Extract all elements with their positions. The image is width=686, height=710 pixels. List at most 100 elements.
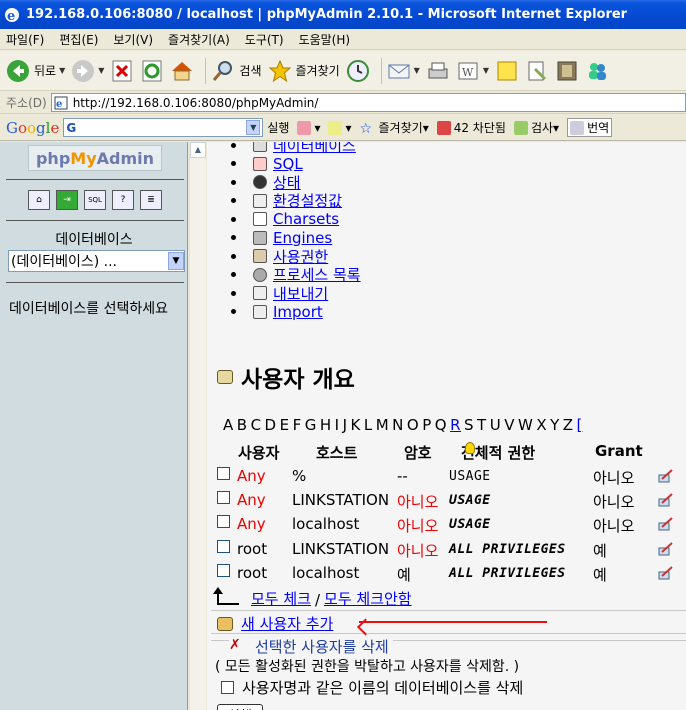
back-button[interactable]: 뒤로 ▼ <box>6 55 65 87</box>
link-sql[interactable]: SQL <box>273 155 303 173</box>
history-icon <box>346 59 369 82</box>
row-checkbox[interactable] <box>217 539 230 553</box>
edit-button[interactable]: W ▼ <box>456 55 489 87</box>
mail-dropdown-icon[interactable]: ▼ <box>414 66 420 75</box>
google-favorites-button[interactable]: ☆ 즐겨찾기 ▾ <box>360 119 429 137</box>
engines-icon <box>253 230 267 245</box>
chevron-down-icon[interactable]: ▼ <box>246 120 261 135</box>
table-row: root LINKSTATION 아니오 ALL PRIVILEGES 예 <box>217 537 686 561</box>
search-button[interactable]: 검색 <box>211 55 262 87</box>
translate-button[interactable]: 번역 <box>567 118 613 137</box>
menu-favorites[interactable]: 즐겨찾기(A) <box>168 31 230 48</box>
alphabet-letter: B <box>236 416 248 434</box>
uncheck-all-link[interactable]: 모두 체크안함 <box>324 588 412 609</box>
drop-databases-option[interactable]: 사용자명과 같은 이름의 데이터베이스를 삭제 <box>221 677 523 698</box>
messenger-button[interactable] <box>585 55 609 87</box>
col-user: 사용자 <box>238 444 280 462</box>
help-icon[interactable]: ? <box>112 190 134 210</box>
link-databases[interactable]: 데이터베이스 <box>273 142 356 156</box>
film-icon <box>557 61 577 80</box>
phpmyadmin-logo[interactable]: php My Admin <box>28 145 162 171</box>
google-bookmark-button[interactable]: ▾ <box>328 120 352 135</box>
link-variables[interactable]: 환경설정값 <box>273 190 342 211</box>
note-button[interactable] <box>495 55 519 87</box>
exit-icon[interactable]: ⇥ <box>56 190 78 210</box>
privileges-cell: ALL PRIVILEGES <box>449 565 566 581</box>
history-button[interactable] <box>346 55 370 87</box>
home-icon <box>172 61 193 80</box>
documentation-icon[interactable]: ≣ <box>140 190 162 210</box>
favorites-button[interactable]: 즐겨찾기 <box>268 55 340 87</box>
scroll-up-arrow-icon[interactable]: ▲ <box>190 142 206 158</box>
stop-icon <box>112 60 132 81</box>
alphabet-letter: Y <box>550 416 560 434</box>
sql-query-icon[interactable]: SQL <box>84 190 106 210</box>
home-button[interactable] <box>170 55 194 87</box>
divider <box>6 179 184 180</box>
refresh-button[interactable] <box>140 55 164 87</box>
edit-privileges-icon[interactable] <box>658 541 674 556</box>
google-logo[interactable]: Google <box>6 119 59 137</box>
print-button[interactable] <box>426 55 450 87</box>
menu-file[interactable]: 파일(F) <box>6 31 44 48</box>
menu-edit[interactable]: 편집(E) <box>59 31 98 48</box>
forward-button[interactable]: ▼ <box>71 55 104 87</box>
host-cell: % <box>292 467 307 485</box>
frame-scrollbar[interactable]: ▲ <box>189 142 206 710</box>
alphabet-letter: U <box>489 416 502 434</box>
menu-tools[interactable]: 도구(T) <box>245 31 284 48</box>
menu-view[interactable]: 보기(V) <box>113 31 153 48</box>
select-database-message: 데이터베이스를 선택하세요 <box>9 301 169 317</box>
forward-dropdown-icon[interactable]: ▼ <box>98 66 104 75</box>
chevron-down-icon[interactable]: ▼ <box>168 252 184 270</box>
svg-text:e: e <box>56 99 62 110</box>
media-button[interactable] <box>555 55 579 87</box>
privileges-cell: USAGE <box>449 493 491 509</box>
stop-button[interactable] <box>110 55 134 87</box>
divider <box>6 282 184 283</box>
add-user-link[interactable]: 새 사용자 추가 <box>241 613 333 634</box>
row-checkbox[interactable] <box>217 491 230 505</box>
spellcheck-button[interactable]: 검사 ▾ <box>513 119 559 136</box>
edit-dropdown-icon[interactable]: ▼ <box>483 66 489 75</box>
execute-button[interactable]: 실행 <box>217 704 263 710</box>
toolbar-separator <box>380 57 382 84</box>
drop-databases-checkbox[interactable] <box>221 681 234 694</box>
password-cell: 아니오 <box>397 541 439 560</box>
link-import[interactable]: Import <box>273 303 323 321</box>
edit-privileges-icon[interactable] <box>658 566 674 580</box>
list-item: 데이터베이스 <box>231 142 361 155</box>
alphabet-show-all[interactable]: [ <box>577 416 583 434</box>
link-export[interactable]: 내보내기 <box>273 283 328 304</box>
google-options-button[interactable]: ▾ <box>297 120 320 135</box>
back-dropdown-icon[interactable]: ▼ <box>59 66 65 75</box>
home-icon[interactable]: ⌂ <box>28 190 50 210</box>
link-engines[interactable]: Engines <box>273 229 332 247</box>
research-button[interactable] <box>525 55 549 87</box>
edit-privileges-icon[interactable] <box>658 493 674 507</box>
google-run-button[interactable]: 실행 <box>267 119 289 136</box>
row-checkbox[interactable] <box>217 563 230 577</box>
sql-icon <box>253 156 267 171</box>
alphabet-letter[interactable]: R <box>450 416 461 434</box>
edit-privileges-icon[interactable] <box>658 469 674 483</box>
popup-blocker-button[interactable]: 42 차단됨 <box>436 119 506 136</box>
edit-privileges-icon[interactable] <box>658 517 674 531</box>
database-select[interactable]: (데이터베이스) ... ▼ <box>8 250 185 272</box>
address-input[interactable]: e http://192.168.0.106:8080/phpMyAdmin/ <box>50 93 686 112</box>
google-search-input[interactable]: G ▼ <box>63 118 264 137</box>
left-navigation-frame: php My Admin ⌂ ⇥ SQL ? ≣ 데이터베이스 (데이터베이스) .… <box>0 142 188 710</box>
mail-button[interactable]: ▼ <box>387 55 420 87</box>
list-item: 사용권한 <box>231 247 361 266</box>
table-row: root localhost 예 ALL PRIVILEGES 예 <box>217 561 686 585</box>
menu-help[interactable]: 도움말(H) <box>299 31 351 48</box>
main-content-frame: 데이터베이스 SQL 상태 환경설정값 Charsets Engines 사용권… <box>207 142 686 710</box>
grant-cell: 아니오 <box>593 469 635 487</box>
row-checkbox[interactable] <box>217 515 230 529</box>
alphabet-letter: G <box>304 416 317 434</box>
list-item: Charsets <box>231 210 361 229</box>
google-toolbar: Google G ▼ 실행 ▾ ▾ ☆ 즐겨찾기 ▾ 42 차단됨 검사 ▾ 번역 <box>0 115 686 141</box>
link-charsets[interactable]: Charsets <box>273 210 339 228</box>
row-checkbox[interactable] <box>217 467 230 480</box>
check-all-link[interactable]: 모두 체크 <box>251 588 311 609</box>
